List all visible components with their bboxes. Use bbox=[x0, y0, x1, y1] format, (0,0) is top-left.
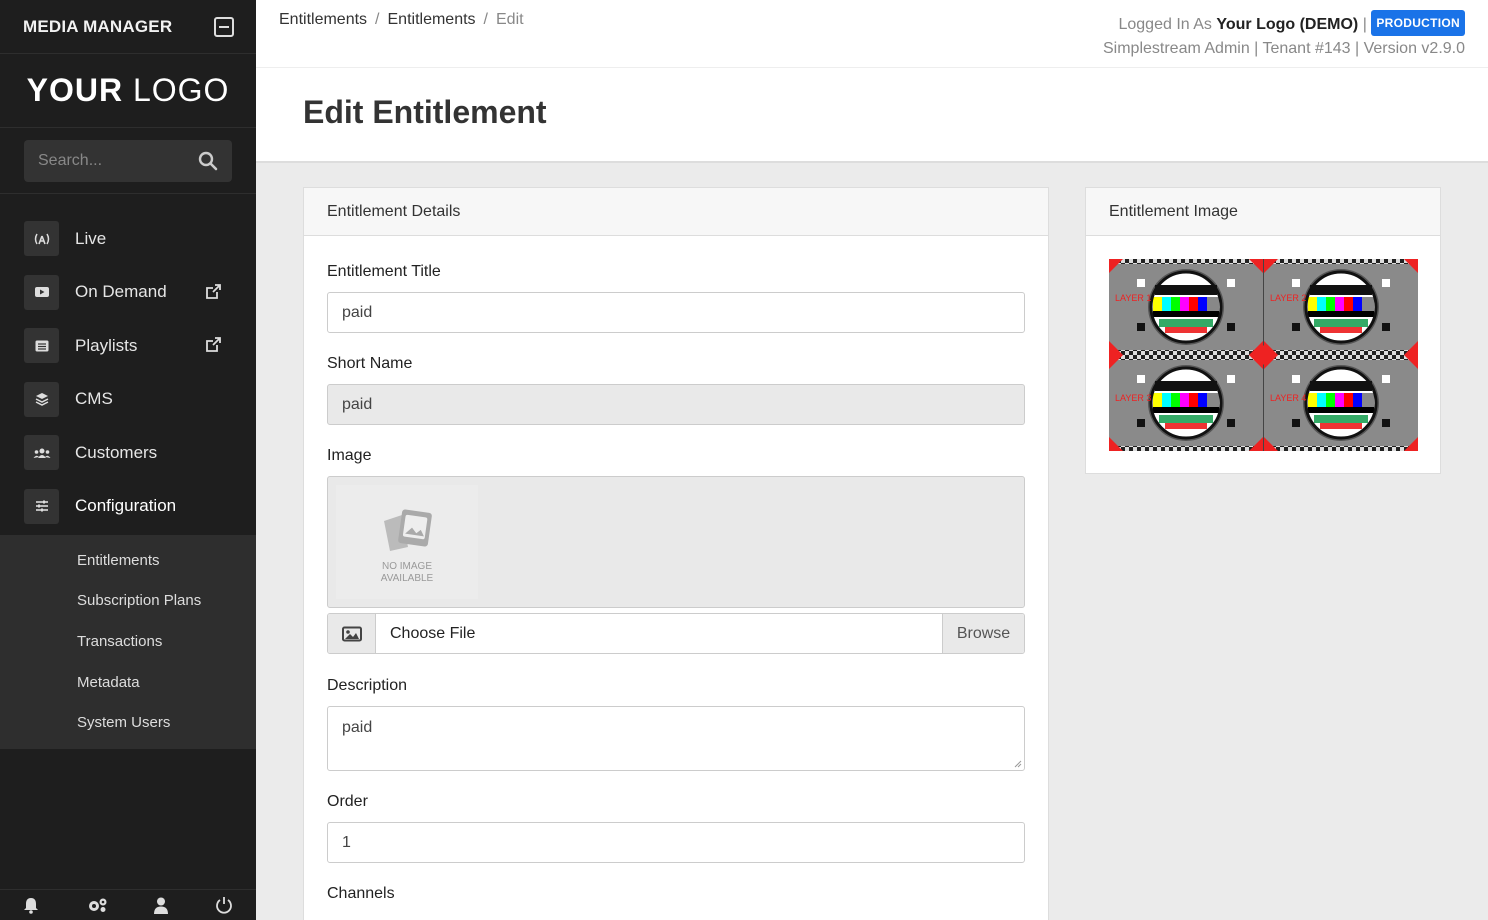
layer-label: LAYER 4 bbox=[1270, 393, 1306, 403]
nav-label-live: Live bbox=[75, 228, 107, 248]
sidebar-header: MEDIA MANAGER bbox=[0, 0, 256, 54]
sliders-icon bbox=[24, 488, 59, 524]
order-input[interactable]: 1 bbox=[327, 822, 1025, 863]
nav-label-customers: Customers bbox=[75, 442, 158, 462]
short-name-label: Short Name bbox=[327, 355, 413, 372]
layer-label: LAYER 3 bbox=[1115, 393, 1151, 403]
collapse-sidebar-icon[interactable] bbox=[214, 16, 234, 37]
external-link-icon[interactable] bbox=[205, 336, 222, 353]
form-body: Entitlement Title paid Short Name paid I… bbox=[304, 263, 1048, 903]
channels-label: Channels bbox=[327, 885, 395, 902]
short-name-input: paid bbox=[327, 384, 1025, 425]
main-nav: Live On Demand Playlists CMS Customers C… bbox=[0, 212, 256, 749]
search-box bbox=[24, 140, 232, 182]
logo[interactable]: YOUR LOGO bbox=[0, 54, 256, 128]
gears-icon[interactable] bbox=[86, 897, 108, 913]
no-image-placeholder: NO IMAGE AVAILABLE bbox=[336, 485, 478, 599]
breadcrumb-item[interactable]: Entitlements bbox=[279, 11, 367, 28]
tenant-meta: Simplestream Admin | Tenant #143 | Versi… bbox=[1103, 40, 1465, 57]
nav-label-on-demand: On Demand bbox=[75, 282, 167, 302]
nav-item-on-demand[interactable]: On Demand bbox=[0, 266, 256, 320]
image-preview: NO IMAGE AVAILABLE bbox=[327, 476, 1025, 608]
nav-label-configuration: Configuration bbox=[75, 496, 177, 516]
subnav-item-subscription-plans[interactable]: Subscription Plans bbox=[0, 581, 256, 622]
nav-item-live[interactable]: Live bbox=[0, 212, 256, 266]
photo-placeholder-icon bbox=[384, 509, 432, 551]
external-link-icon[interactable] bbox=[205, 283, 222, 300]
breadcrumb-current: Edit bbox=[496, 11, 524, 28]
choose-file-label[interactable]: Choose File bbox=[376, 614, 942, 653]
subnav-item-transactions[interactable]: Transactions bbox=[0, 621, 256, 662]
user-name[interactable]: Your Logo (DEMO) bbox=[1216, 16, 1358, 33]
broadcast-icon bbox=[24, 221, 59, 257]
card-header: Entitlement Details bbox=[304, 188, 1048, 236]
logged-in-prefix: Logged In As bbox=[1118, 16, 1212, 33]
no-image-text-1: NO IMAGE bbox=[381, 561, 432, 572]
search-icon[interactable] bbox=[198, 151, 218, 171]
user-info: Logged In As Your Logo (DEMO) | PRODUCTI… bbox=[1103, 10, 1465, 61]
user-icon[interactable] bbox=[154, 897, 169, 914]
description-textarea[interactable]: paid bbox=[327, 706, 1025, 771]
layer-label: LAYER 1 bbox=[1115, 293, 1151, 303]
sidebar: MEDIA MANAGER YOUR LOGO Live On Demand bbox=[0, 0, 256, 920]
nav-item-playlists[interactable]: Playlists bbox=[0, 319, 256, 373]
resize-handle-icon[interactable] bbox=[1014, 760, 1022, 768]
nav-item-configuration[interactable]: Configuration bbox=[0, 480, 256, 534]
description-value: paid bbox=[342, 719, 373, 736]
file-input[interactable]: Choose File Browse bbox=[327, 613, 1025, 654]
app-title: MEDIA MANAGER bbox=[23, 16, 173, 36]
configuration-subnav: Entitlements Subscription Plans Transact… bbox=[0, 535, 256, 749]
environment-badge: PRODUCTION bbox=[1371, 10, 1465, 36]
card-header: Entitlement Image bbox=[1086, 188, 1440, 236]
order-label: Order bbox=[327, 793, 368, 810]
logo-light: LOGO bbox=[132, 72, 230, 108]
nav-label-playlists: Playlists bbox=[75, 335, 138, 355]
browse-button[interactable]: Browse bbox=[942, 614, 1024, 653]
breadcrumb-item[interactable]: Entitlements bbox=[388, 11, 476, 28]
video-icon bbox=[24, 274, 59, 310]
title-input[interactable]: paid bbox=[327, 292, 1025, 333]
page-title: Edit Entitlement bbox=[303, 94, 547, 130]
bell-icon[interactable] bbox=[23, 897, 39, 914]
entitlement-image-card: Entitlement Image LAYER 1 LAYER 2 LAYER … bbox=[1085, 187, 1441, 474]
search-wrap bbox=[0, 128, 256, 194]
layer-label: LAYER 2 bbox=[1270, 293, 1306, 303]
logo-bold: YOUR bbox=[26, 72, 124, 108]
power-icon[interactable] bbox=[215, 896, 233, 914]
search-input[interactable] bbox=[38, 152, 188, 170]
nav-item-cms[interactable]: CMS bbox=[0, 373, 256, 427]
list-icon bbox=[24, 328, 59, 364]
subnav-item-system-users[interactable]: System Users bbox=[0, 702, 256, 743]
nav-item-customers[interactable]: Customers bbox=[0, 426, 256, 480]
layers-icon bbox=[24, 381, 59, 417]
users-icon bbox=[24, 435, 59, 471]
topbar: Entitlements / Entitlements / Edit Logged In… bbox=[256, 0, 1488, 68]
nav-label-cms: CMS bbox=[75, 389, 113, 409]
entitlement-details-card: Entitlement Details Entitlement Title pa… bbox=[303, 187, 1049, 920]
image-label: Image bbox=[327, 447, 372, 464]
breadcrumb: Entitlements / Entitlements / Edit bbox=[279, 11, 524, 28]
title-label: Entitlement Title bbox=[327, 263, 441, 280]
image-icon bbox=[328, 614, 376, 653]
sidebar-footer bbox=[0, 889, 256, 920]
no-image-text-2: AVAILABLE bbox=[380, 573, 434, 584]
entitlement-image: LAYER 1 LAYER 2 LAYER 3 LAYER 4 bbox=[1109, 259, 1418, 451]
subnav-item-entitlements[interactable]: Entitlements bbox=[0, 540, 256, 581]
page-header: Edit Entitlement bbox=[256, 68, 1488, 163]
subnav-item-metadata[interactable]: Metadata bbox=[0, 662, 256, 703]
description-label: Description bbox=[327, 677, 408, 694]
